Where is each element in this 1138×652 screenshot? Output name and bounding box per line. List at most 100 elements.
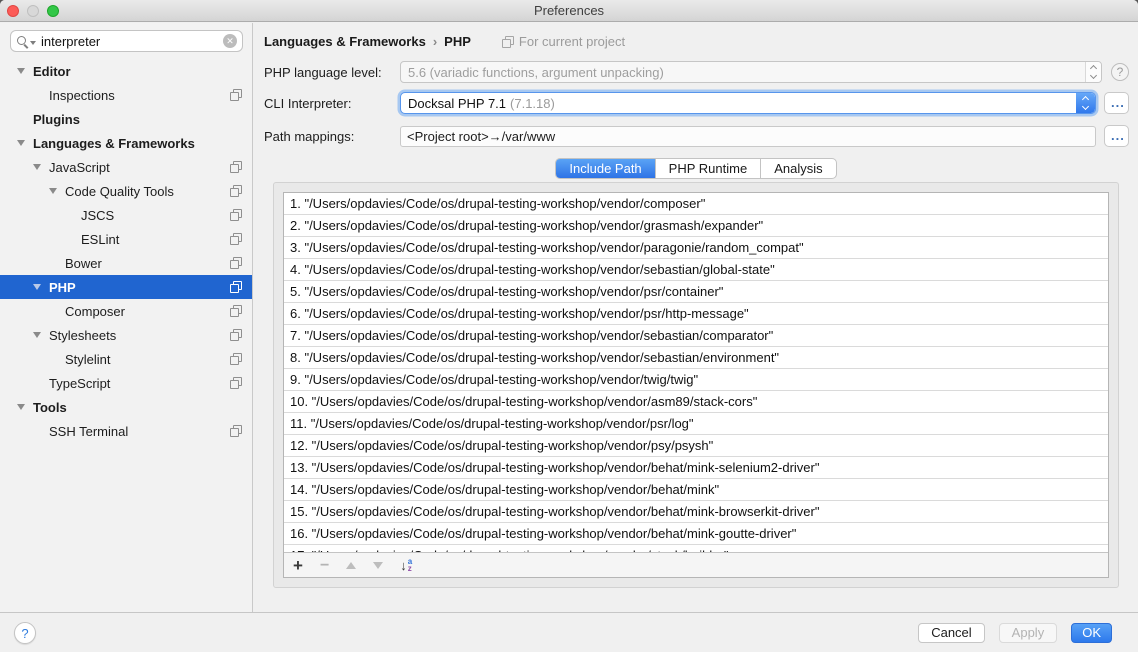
tree-item-plugins[interactable]: Plugins [0, 107, 252, 131]
minimize-window-icon[interactable] [27, 5, 39, 17]
shared-settings-icon [230, 233, 242, 245]
tab-group: Include Path PHP Runtime Analysis [555, 158, 836, 179]
add-path-button[interactable]: + [293, 558, 303, 573]
dropdown-stepper-icon [1085, 62, 1101, 82]
include-path-row[interactable]: 1. "/Users/opdavies/Code/os/drupal-testi… [284, 193, 1108, 215]
path-mappings-browse-button[interactable]: ... [1104, 125, 1129, 147]
tree-item-label: Editor [33, 64, 71, 79]
apply-button[interactable]: Apply [999, 623, 1058, 643]
include-path-list: 1. "/Users/opdavies/Code/os/drupal-testi… [284, 193, 1108, 552]
tree-item-stylesheets[interactable]: Stylesheets [0, 323, 252, 347]
dialog-body: ✕ Editor Inspections Plugins Languages & Fr… [0, 23, 1138, 612]
tab-analysis[interactable]: Analysis [760, 159, 835, 178]
include-path-row[interactable]: 14. "/Users/opdavies/Code/os/drupal-test… [284, 479, 1108, 501]
shared-settings-icon [230, 425, 242, 437]
dialog-footer: ? Cancel Apply OK [0, 612, 1138, 652]
cli-interpreter-select[interactable]: Docksal PHP 7.1 (7.1.18) [400, 92, 1096, 114]
tree-item-label: Languages & Frameworks [33, 136, 195, 151]
remove-path-button[interactable]: − [320, 558, 329, 573]
shared-settings-icon [502, 36, 514, 48]
include-path-row[interactable]: 12. "/Users/opdavies/Code/os/drupal-test… [284, 435, 1108, 457]
include-path-row[interactable]: 13. "/Users/opdavies/Code/os/drupal-test… [284, 457, 1108, 479]
ok-button[interactable]: OK [1071, 623, 1112, 643]
include-path-row[interactable]: 9. "/Users/opdavies/Code/os/drupal-testi… [284, 369, 1108, 391]
cancel-button[interactable]: Cancel [918, 623, 984, 643]
shared-settings-icon [230, 329, 242, 341]
zoom-window-icon[interactable] [47, 5, 59, 17]
include-path-row[interactable]: 8. "/Users/opdavies/Code/os/drupal-testi… [284, 347, 1108, 369]
expand-arrow-icon[interactable] [17, 404, 25, 410]
footer-buttons: Cancel Apply OK [918, 623, 1112, 643]
sort-alphabetically-button[interactable]: ↓ a z [400, 558, 412, 573]
cli-interpreter-browse-button[interactable]: ... [1104, 92, 1129, 114]
tree-item-languages-frameworks[interactable]: Languages & Frameworks [0, 131, 252, 155]
tree-item-inspections[interactable]: Inspections [0, 83, 252, 107]
expand-arrow-icon[interactable] [17, 68, 25, 74]
include-path-row[interactable]: 2. "/Users/opdavies/Code/os/drupal-testi… [284, 215, 1108, 237]
tree-item-bower[interactable]: Bower [0, 251, 252, 275]
search-options-caret-icon[interactable] [30, 41, 36, 45]
tree-item-tools[interactable]: Tools [0, 395, 252, 419]
tree-item-javascript[interactable]: JavaScript [0, 155, 252, 179]
include-path-row[interactable]: 5. "/Users/opdavies/Code/os/drupal-testi… [284, 281, 1108, 303]
move-up-button[interactable] [346, 562, 356, 569]
include-path-row[interactable]: 4. "/Users/opdavies/Code/os/drupal-testi… [284, 259, 1108, 281]
language-level-select: 5.6 (variadic functions, argument unpack… [400, 61, 1102, 83]
language-level-value: 5.6 (variadic functions, argument unpack… [408, 65, 664, 80]
include-path-list-box: 1. "/Users/opdavies/Code/os/drupal-testi… [283, 192, 1109, 578]
shared-settings-icon [230, 257, 242, 269]
path-mappings-value: <Project root>→/var/www [407, 129, 555, 144]
expand-arrow-icon[interactable] [33, 164, 41, 170]
cli-interpreter-value: Docksal PHP 7.1 [408, 96, 506, 111]
dropdown-stepper-icon[interactable] [1076, 93, 1095, 113]
include-path-row[interactable]: 7. "/Users/opdavies/Code/os/drupal-testi… [284, 325, 1108, 347]
shared-settings-icon [230, 209, 242, 221]
expand-arrow-icon[interactable] [49, 188, 57, 194]
search-icon [17, 35, 29, 48]
breadcrumb-current: PHP [444, 34, 471, 49]
tab-php-runtime[interactable]: PHP Runtime [655, 159, 761, 178]
tree-item-typescript[interactable]: TypeScript [0, 371, 252, 395]
expand-arrow-icon[interactable] [17, 140, 25, 146]
cli-interpreter-version: (7.1.18) [510, 96, 555, 111]
move-down-button[interactable] [373, 562, 383, 569]
include-path-row[interactable]: 6. "/Users/opdavies/Code/os/drupal-testi… [284, 303, 1108, 325]
title-bar: Preferences [0, 0, 1138, 22]
expand-arrow-icon[interactable] [33, 284, 41, 290]
tree-item-label: Inspections [49, 88, 115, 103]
path-mappings-label: Path mappings: [264, 129, 400, 144]
help-button[interactable]: ? [14, 622, 36, 644]
tree-item-label: Plugins [33, 112, 80, 127]
include-path-row[interactable]: 3. "/Users/opdavies/Code/os/drupal-testi… [284, 237, 1108, 259]
tree-item-stylelint[interactable]: Stylelint [0, 347, 252, 371]
help-icon[interactable]: ? [1111, 63, 1129, 81]
shared-settings-icon [230, 305, 242, 317]
clear-search-icon[interactable]: ✕ [223, 34, 237, 48]
path-mappings-field[interactable]: <Project root>→/var/www [400, 126, 1096, 147]
tree-item-eslint[interactable]: ESLint [0, 227, 252, 251]
shared-settings-icon [230, 161, 242, 173]
include-path-row[interactable]: 15. "/Users/opdavies/Code/os/drupal-test… [284, 501, 1108, 523]
down-arrow-icon [373, 562, 383, 569]
include-path-row[interactable]: 11. "/Users/opdavies/Code/os/drupal-test… [284, 413, 1108, 435]
window-title: Preferences [0, 0, 1138, 22]
tab-include-path[interactable]: Include Path [556, 159, 654, 178]
breadcrumb-parent[interactable]: Languages & Frameworks [264, 34, 426, 49]
tree-item-code-quality-tools[interactable]: Code Quality Tools [0, 179, 252, 203]
tree-item-composer[interactable]: Composer [0, 299, 252, 323]
tree-item-php[interactable]: PHP [0, 275, 252, 299]
expand-arrow-icon[interactable] [33, 332, 41, 338]
include-path-row[interactable]: 16. "/Users/opdavies/Code/os/drupal-test… [284, 523, 1108, 545]
include-path-row[interactable]: 10. "/Users/opdavies/Code/os/drupal-test… [284, 391, 1108, 413]
settings-search-field[interactable]: ✕ [10, 30, 243, 52]
settings-content: Languages & Frameworks › PHP For current… [254, 23, 1138, 612]
tree-item-editor[interactable]: Editor [0, 59, 252, 83]
search-input[interactable] [41, 34, 223, 49]
scope-indicator: For current project [502, 34, 625, 49]
tree-item-label: Stylelint [65, 352, 111, 367]
tree-item-label: SSH Terminal [49, 424, 128, 439]
tree-item-ssh-terminal[interactable]: SSH Terminal [0, 419, 252, 443]
include-path-row[interactable]: 17. "/Users/opdavies/Code/os/drupal-test… [284, 545, 1108, 552]
tree-item-jscs[interactable]: JSCS [0, 203, 252, 227]
close-window-icon[interactable] [7, 5, 19, 17]
